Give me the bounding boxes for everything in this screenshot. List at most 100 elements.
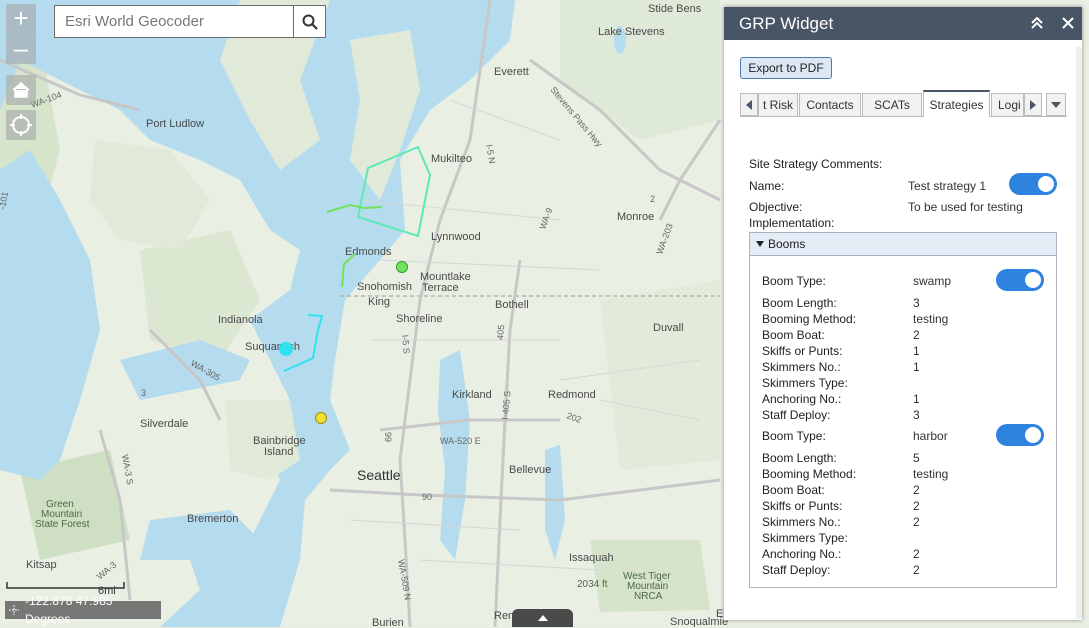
place-duvall: Duvall xyxy=(653,322,684,334)
place-silverdale: Silverdale xyxy=(140,418,188,430)
close-button[interactable] xyxy=(1062,14,1074,34)
boom-toggle[interactable] xyxy=(996,269,1044,291)
boom-toggle[interactable] xyxy=(996,424,1044,446)
caret-down-icon xyxy=(1051,101,1061,108)
boom-length-value: 5 xyxy=(913,451,920,465)
booming-method-value: testing xyxy=(913,312,949,326)
panel-title: GRP Widget xyxy=(739,13,834,33)
caret-right-icon xyxy=(1030,99,1036,110)
tab-scroll-right[interactable] xyxy=(1024,93,1042,116)
place-bremerton: Bremerton xyxy=(187,513,238,525)
site-strategy-comments-label: Site Strategy Comments: xyxy=(749,157,883,171)
tab-menu[interactable] xyxy=(1046,93,1066,116)
anchoring-label: Anchoring No.: xyxy=(762,392,842,406)
collapse-button[interactable] xyxy=(1030,14,1044,34)
staff-deploy-label: Staff Deploy: xyxy=(762,563,831,577)
attribution-toggle[interactable] xyxy=(512,609,573,627)
place-redmond: Redmond xyxy=(548,389,596,401)
road-i90: 90 xyxy=(422,492,432,502)
search-button[interactable] xyxy=(293,6,325,37)
road-3: 3 xyxy=(141,388,146,398)
boom-length-label: Boom Length: xyxy=(762,296,837,310)
caret-left-icon xyxy=(746,99,752,110)
road-i5s: I-5 S xyxy=(400,334,412,354)
grp-point-green[interactable] xyxy=(396,261,408,273)
home-icon xyxy=(12,82,30,98)
booms-header[interactable]: Booms xyxy=(750,233,1056,256)
boom-boat-label: Boom Boat: xyxy=(762,483,825,497)
tab-scats[interactable]: SCATs xyxy=(862,93,922,116)
place-elevation: 2034 ft xyxy=(577,579,608,590)
place-kirkland: Kirkland xyxy=(452,389,492,401)
crosshair-icon xyxy=(9,605,19,615)
skimmers-no-value: 1 xyxy=(913,360,920,374)
panel-header: GRP Widget xyxy=(724,7,1082,40)
booming-method-label: Booming Method: xyxy=(762,467,857,481)
grp-widget-panel: GRP Widget Export to PDF t Risk Contacts… xyxy=(724,7,1082,620)
boom-boat-value: 2 xyxy=(913,328,920,342)
zoom-in-button[interactable]: + xyxy=(6,4,36,34)
coordinate-text: -122.878 47.985 Degrees xyxy=(25,594,113,626)
staff-deploy-value: 2 xyxy=(913,563,920,577)
place-kitsap: Kitsap xyxy=(26,559,57,571)
place-terrace: Terrace xyxy=(422,282,459,294)
double-chevron-up-icon xyxy=(1031,16,1043,29)
boom-type-label: Boom Type: xyxy=(762,274,826,288)
tab-risk[interactable]: t Risk xyxy=(758,93,798,116)
search-input[interactable] xyxy=(55,6,290,37)
boom-type-value: swamp xyxy=(913,274,952,288)
place-island: Island xyxy=(264,446,293,458)
export-pdf-button[interactable]: Export to PDF xyxy=(740,57,832,79)
place-lynnwood: Lynnwood xyxy=(431,231,481,243)
skiffs-label: Skiffs or Punts: xyxy=(762,344,843,358)
chevron-up-icon xyxy=(537,615,548,621)
boom-type-label: Boom Type: xyxy=(762,429,826,443)
objective-label: Objective: xyxy=(749,200,803,214)
place-issaquah: Issaquah xyxy=(569,552,614,564)
place-everett: Everett xyxy=(494,66,529,78)
skimmers-no-label: Skimmers No.: xyxy=(762,515,841,529)
panel-scrollbar[interactable] xyxy=(1076,47,1082,619)
boom-length-label: Boom Length: xyxy=(762,451,837,465)
skimmers-no-label: Skimmers No.: xyxy=(762,360,841,374)
grp-point-cyan[interactable] xyxy=(279,342,293,356)
locate-button[interactable] xyxy=(6,110,36,140)
booming-method-value: testing xyxy=(913,467,949,481)
staff-deploy-label: Staff Deploy: xyxy=(762,408,831,422)
anchoring-label: Anchoring No.: xyxy=(762,547,842,561)
boom-length-value: 3 xyxy=(913,296,920,310)
skiffs-value: 1 xyxy=(913,344,920,358)
name-value: Test strategy 1 xyxy=(908,179,987,193)
place-port-ludlow: Port Ludlow xyxy=(146,118,204,130)
place-shoreline: Shoreline xyxy=(396,313,442,325)
tab-scroll-left[interactable] xyxy=(740,93,758,116)
grp-point-yellow[interactable] xyxy=(315,412,327,424)
close-icon xyxy=(1062,16,1074,29)
tab-contacts[interactable]: Contacts xyxy=(799,93,861,116)
tab-log[interactable]: Logi xyxy=(991,93,1024,116)
place-indianola: Indianola xyxy=(218,314,264,326)
home-button[interactable] xyxy=(6,75,36,105)
anchoring-value: 1 xyxy=(913,392,920,406)
staff-deploy-value: 3 xyxy=(913,408,920,422)
place-snohomish: Snohomish xyxy=(357,281,412,293)
strategy-toggle[interactable] xyxy=(1009,173,1057,195)
search-icon xyxy=(302,14,318,30)
tab-strategies[interactable]: Strategies xyxy=(923,90,990,117)
boom-type-value: harbor xyxy=(913,429,948,443)
place-stide-bens: Stide Bens xyxy=(648,3,702,15)
locate-icon xyxy=(10,114,32,136)
implementation-label: Implementation: xyxy=(749,216,835,230)
boom-boat-label: Boom Boat: xyxy=(762,328,825,342)
skimmers-type-label: Skimmers Type: xyxy=(762,531,848,545)
zoom-out-button[interactable]: – xyxy=(6,34,36,64)
anchoring-value: 2 xyxy=(913,547,920,561)
place-lake-stevens: Lake Stevens xyxy=(598,26,665,38)
skimmers-type-label: Skimmers Type: xyxy=(762,376,848,390)
caret-down-icon xyxy=(756,241,764,247)
place-state-forest: State Forest xyxy=(35,519,90,530)
coordinate-readout[interactable]: -122.878 47.985 Degrees xyxy=(5,594,161,626)
road-wa520: WA-520 E xyxy=(440,436,481,446)
road-99: 99 xyxy=(383,432,393,442)
name-label: Name: xyxy=(749,179,785,193)
